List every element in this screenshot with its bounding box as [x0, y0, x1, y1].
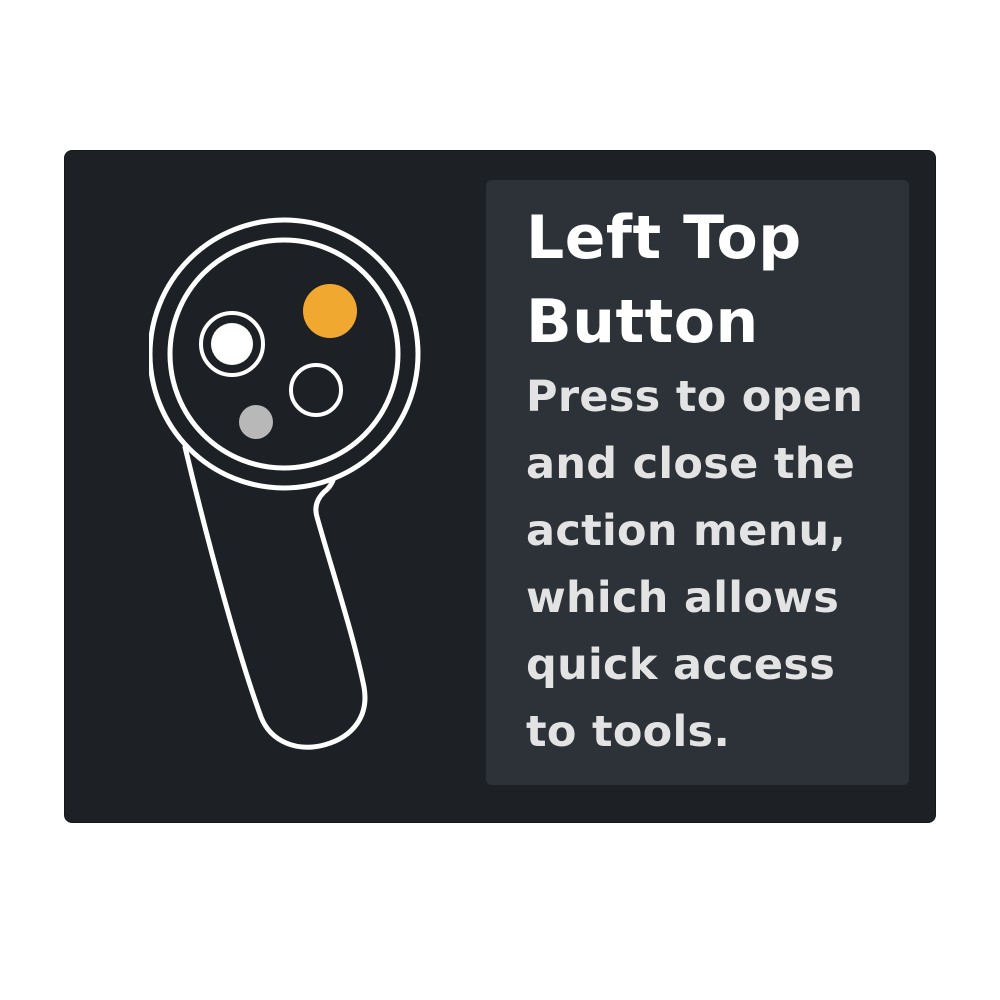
controller-outer-ring — [149, 217, 421, 491]
tooltip-card: Left Top Button Press to open and close … — [64, 150, 936, 823]
vr-controller-icon — [149, 217, 421, 750]
tooltip-title: Left Top Button — [526, 203, 802, 357]
info-panel: Left Top Button Press to open and close … — [486, 180, 909, 785]
controller-handle — [182, 444, 368, 750]
top-button-icon — [303, 284, 357, 338]
menu-button-icon — [239, 405, 273, 439]
tooltip-description: Press to open and close the action menu,… — [526, 372, 864, 757]
thumbstick-icon — [211, 323, 253, 365]
